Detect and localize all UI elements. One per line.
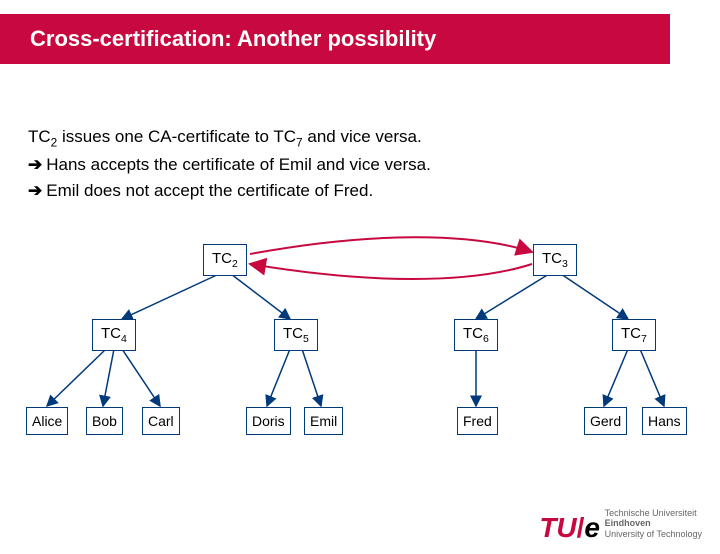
- bullet-arrow-icon: ➔: [28, 155, 42, 174]
- sub: 2: [232, 258, 238, 270]
- line-3: ➔Emil does not accept the certificate of…: [28, 178, 431, 204]
- sub: 7: [641, 333, 647, 345]
- node-fred: Fred: [457, 407, 498, 435]
- txt: Emil does not accept the certificate of …: [46, 181, 373, 200]
- sub: 6: [483, 333, 489, 345]
- footer-line: Technische Universiteit: [605, 508, 702, 519]
- lbl: TC: [212, 250, 232, 267]
- logo-e: e: [584, 512, 600, 543]
- sub: 3: [562, 258, 568, 270]
- node-alice: Alice: [26, 407, 68, 435]
- lbl: TC: [283, 325, 303, 342]
- node-tc7: TC7: [612, 319, 656, 351]
- node-tc5: TC5: [274, 319, 318, 351]
- txt: TC: [28, 127, 51, 146]
- body-text: TC2 issues one CA-certificate to TC7 and…: [28, 124, 431, 205]
- node-emil: Emil: [304, 407, 343, 435]
- lbl: TC: [621, 325, 641, 342]
- sub: 7: [296, 135, 303, 149]
- node-tc3: TC3: [533, 244, 577, 276]
- txt: Hans accepts the certificate of Emil and…: [46, 155, 431, 174]
- footer-line: University of Technology: [605, 529, 702, 540]
- slide-title: Cross-certification: Another possibility: [0, 14, 670, 64]
- tree-diagram: TC2 TC3 TC4 TC5 TC6 TC7 Alice Bob Carl D…: [0, 214, 720, 474]
- footer: Technische Universiteit Eindhoven Univer…: [605, 508, 702, 540]
- line-2: ➔Hans accepts the certificate of Emil an…: [28, 152, 431, 178]
- line-1: TC2 issues one CA-certificate to TC7 and…: [28, 124, 431, 152]
- lbl: TC: [463, 325, 483, 342]
- logo-tu: TU: [539, 512, 576, 543]
- sub: 4: [121, 333, 127, 345]
- node-bob: Bob: [86, 407, 123, 435]
- node-carl: Carl: [142, 407, 180, 435]
- footer-line: Eindhoven: [605, 518, 702, 529]
- node-gerd: Gerd: [584, 407, 627, 435]
- node-tc6: TC6: [454, 319, 498, 351]
- lbl: TC: [542, 250, 562, 267]
- node-hans: Hans: [642, 407, 687, 435]
- sub: 5: [303, 333, 309, 345]
- bullet-arrow-icon: ➔: [28, 181, 42, 200]
- logo: TU/e: [539, 512, 600, 544]
- txt: issues one CA-certificate to TC: [57, 127, 296, 146]
- node-doris: Doris: [246, 407, 291, 435]
- node-tc2: TC2: [203, 244, 247, 276]
- txt: and vice versa.: [303, 127, 422, 146]
- lbl: TC: [101, 325, 121, 342]
- node-tc4: TC4: [92, 319, 136, 351]
